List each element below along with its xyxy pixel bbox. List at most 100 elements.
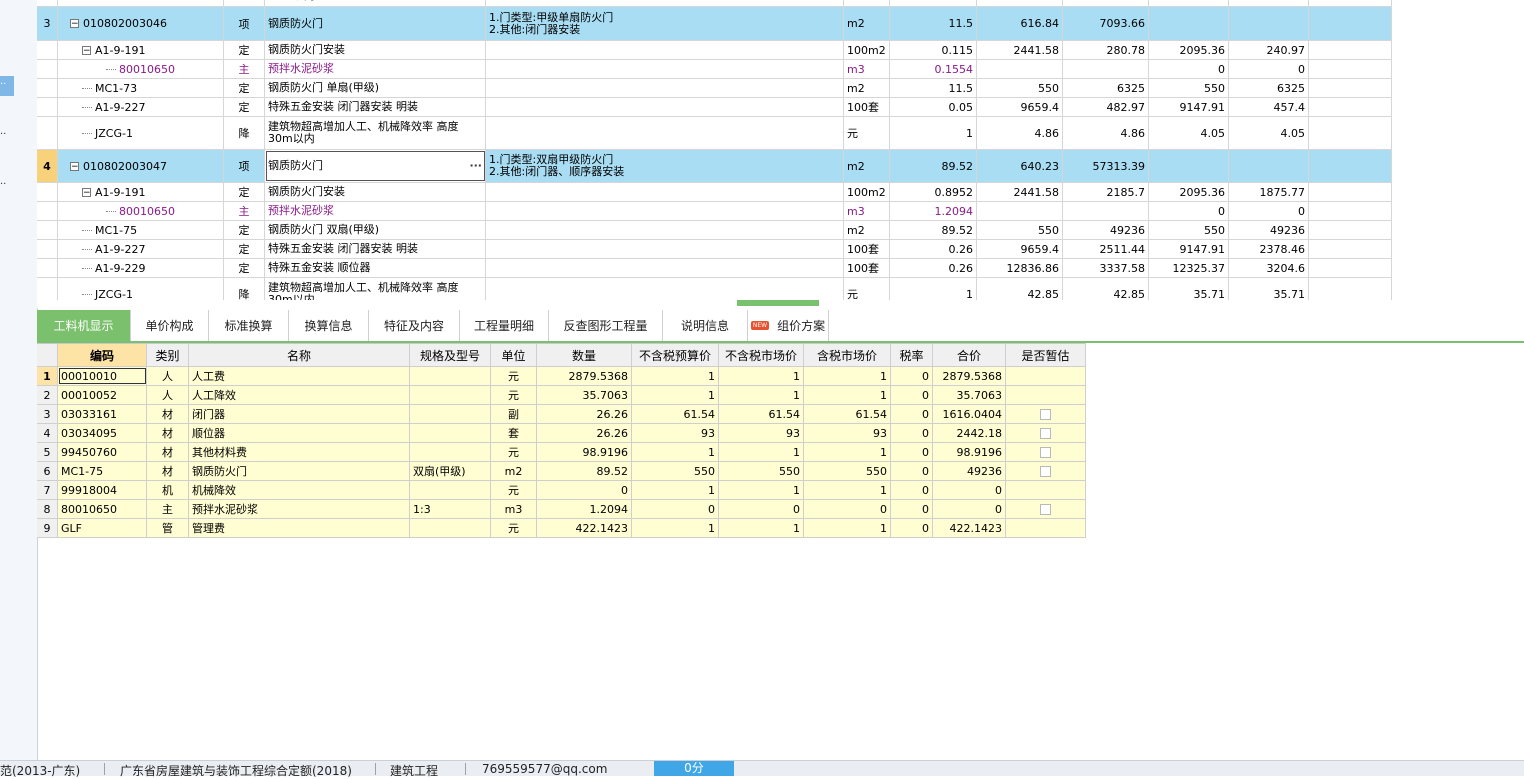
resource-code[interactable]: 00010052: [58, 386, 147, 404]
item-unit-price[interactable]: 42.85: [977, 278, 1063, 300]
item-type[interactable]: 降: [224, 278, 265, 300]
item-extra[interactable]: [1309, 150, 1392, 182]
item-labor-price[interactable]: 0: [1149, 60, 1229, 78]
collapse-toggle-icon[interactable]: −: [82, 45, 91, 55]
item-unit[interactable]: 100m2: [844, 41, 890, 59]
item-features[interactable]: [486, 41, 844, 59]
resource-unit[interactable]: 元: [491, 386, 537, 404]
resource-category[interactable]: 材: [147, 462, 189, 480]
resource-name[interactable]: 人工费: [189, 367, 410, 385]
item-total[interactable]: 280.78: [1063, 41, 1149, 59]
resource-unit[interactable]: 套: [491, 424, 537, 442]
market-price-excl-tax[interactable]: 1: [719, 519, 804, 537]
row-number[interactable]: [37, 259, 58, 277]
resource-total[interactable]: 49236: [933, 462, 1006, 480]
market-price-excl-tax[interactable]: 0: [719, 500, 804, 518]
row-number[interactable]: 4: [37, 150, 58, 182]
tab-resources[interactable]: 工料机显示: [37, 310, 131, 341]
item-unit[interactable]: m2: [844, 221, 890, 239]
item-quantity[interactable]: 1: [890, 117, 977, 149]
provisional-flag[interactable]: [1006, 367, 1086, 385]
resource-unit[interactable]: m2: [491, 462, 537, 480]
provisional-checkbox[interactable]: [1040, 446, 1051, 458]
row-number[interactable]: 6: [37, 462, 58, 480]
item-total[interactable]: 7093.66: [1063, 7, 1149, 40]
tab-price-composition[interactable]: 单价构成: [131, 310, 209, 341]
item-total[interactable]: 3337.58: [1063, 259, 1149, 277]
resource-spec[interactable]: [410, 405, 491, 423]
item-name[interactable]: 特殊五金安装 顺位器: [265, 259, 486, 277]
header-market-price-incl-tax[interactable]: 含税市场价: [804, 344, 891, 366]
resource-row[interactable]: 7 99918004 机机械降效元 0 1 1 1 0 0: [37, 481, 1086, 500]
item-type[interactable]: 主: [224, 60, 265, 78]
item-labor-price[interactable]: 550: [1149, 221, 1229, 239]
item-features[interactable]: [486, 278, 844, 300]
provisional-flag[interactable]: [1006, 443, 1086, 461]
item-quantity[interactable]: [890, 0, 977, 6]
item-features[interactable]: [486, 259, 844, 277]
item-code[interactable]: A1-9-227: [58, 98, 224, 116]
quota-row[interactable]: A1-9-227 定特殊五金安装 闭门器安装 明装 100套 0.26 9659.4 25…: [37, 240, 1392, 259]
item-quantity[interactable]: 0.115: [890, 41, 977, 59]
item-extra[interactable]: [1309, 278, 1392, 300]
row-number[interactable]: [37, 117, 58, 149]
item-type[interactable]: [224, 0, 265, 6]
collapse-toggle-icon[interactable]: −: [82, 187, 91, 197]
provisional-checkbox[interactable]: [1040, 408, 1051, 420]
item-unit-price[interactable]: 550: [977, 221, 1063, 239]
resource-spec[interactable]: 1:3: [410, 500, 491, 518]
item-quantity[interactable]: 0.8952: [890, 183, 977, 201]
item-name[interactable]: 钢质防火门安装: [265, 41, 486, 59]
item-name[interactable]: 建筑物超高增加人工、机械降效率 高度30m以内: [265, 117, 486, 149]
budget-price-excl-tax[interactable]: 550: [632, 462, 719, 480]
resource-code[interactable]: 99918004: [58, 481, 147, 499]
item-features[interactable]: [486, 183, 844, 201]
item-type[interactable]: 定: [224, 259, 265, 277]
item-labor-price[interactable]: 9147.91: [1149, 98, 1229, 116]
item-labor-total[interactable]: 0: [1229, 202, 1309, 220]
item-total[interactable]: 2511.44: [1063, 240, 1149, 258]
market-price-incl-tax[interactable]: 550: [804, 462, 891, 480]
item-type[interactable]: 定: [224, 221, 265, 239]
item-unit-price[interactable]: 550: [977, 79, 1063, 97]
status-score-button[interactable]: 0分: [654, 761, 734, 776]
resource-spec[interactable]: [410, 424, 491, 442]
item-labor-total[interactable]: 3204.6: [1229, 259, 1309, 277]
quota-row[interactable]: 30m以内: [37, 0, 1392, 7]
resource-quantity[interactable]: 0: [537, 481, 632, 499]
item-total[interactable]: 57313.39: [1063, 150, 1149, 182]
row-number[interactable]: [37, 278, 58, 300]
header-resource-total[interactable]: 合价: [933, 344, 1006, 366]
item-quantity[interactable]: 0.1554: [890, 60, 977, 78]
item-name[interactable]: 预拌水泥砂浆: [265, 202, 486, 220]
item-labor-total[interactable]: 240.97: [1229, 41, 1309, 59]
item-labor-price[interactable]: 2095.36: [1149, 41, 1229, 59]
resource-code[interactable]: MC1-75: [58, 462, 147, 480]
resource-quantity[interactable]: 1.2094: [537, 500, 632, 518]
quota-row[interactable]: JZCG-1 降建筑物超高增加人工、机械降效率 高度30m以内元 1 4.86 4.86…: [37, 117, 1392, 150]
header-resource-unit[interactable]: 单位: [491, 344, 537, 366]
collapse-toggle-icon[interactable]: −: [70, 161, 79, 171]
market-price-excl-tax[interactable]: 1: [719, 367, 804, 385]
resource-unit[interactable]: 元: [491, 519, 537, 537]
market-price-incl-tax[interactable]: 1: [804, 519, 891, 537]
provisional-flag[interactable]: [1006, 424, 1086, 442]
header-resource-quantity[interactable]: 数量: [537, 344, 632, 366]
resource-quantity[interactable]: 98.9196: [537, 443, 632, 461]
row-number[interactable]: [37, 79, 58, 97]
resource-code[interactable]: 99450760: [58, 443, 147, 461]
resource-code[interactable]: GLF: [58, 519, 147, 537]
resource-row[interactable]: 8 80010650 主预拌水泥砂浆 1:3 m3 1.2094 0 0 0 0 0: [37, 500, 1086, 519]
header-resource-name[interactable]: 名称: [189, 344, 410, 366]
resource-row[interactable]: 3 03033161 材闭门器副 26.26 61.54 61.54 61.54 0 1616.…: [37, 405, 1086, 424]
resource-row[interactable]: 4 03034095 材顺位器套 26.26 93 93 93 0 2442.18: [37, 424, 1086, 443]
item-extra[interactable]: [1309, 183, 1392, 201]
item-total[interactable]: 49236: [1063, 221, 1149, 239]
item-extra[interactable]: [1309, 240, 1392, 258]
market-price-incl-tax[interactable]: 1: [804, 443, 891, 461]
left-panel-item[interactable]: ..: [0, 176, 14, 196]
item-code[interactable]: −010802003046: [58, 7, 224, 40]
splitter-grip[interactable]: [737, 300, 819, 306]
resource-total[interactable]: 2879.5368: [933, 367, 1006, 385]
row-number[interactable]: 3: [37, 7, 58, 40]
